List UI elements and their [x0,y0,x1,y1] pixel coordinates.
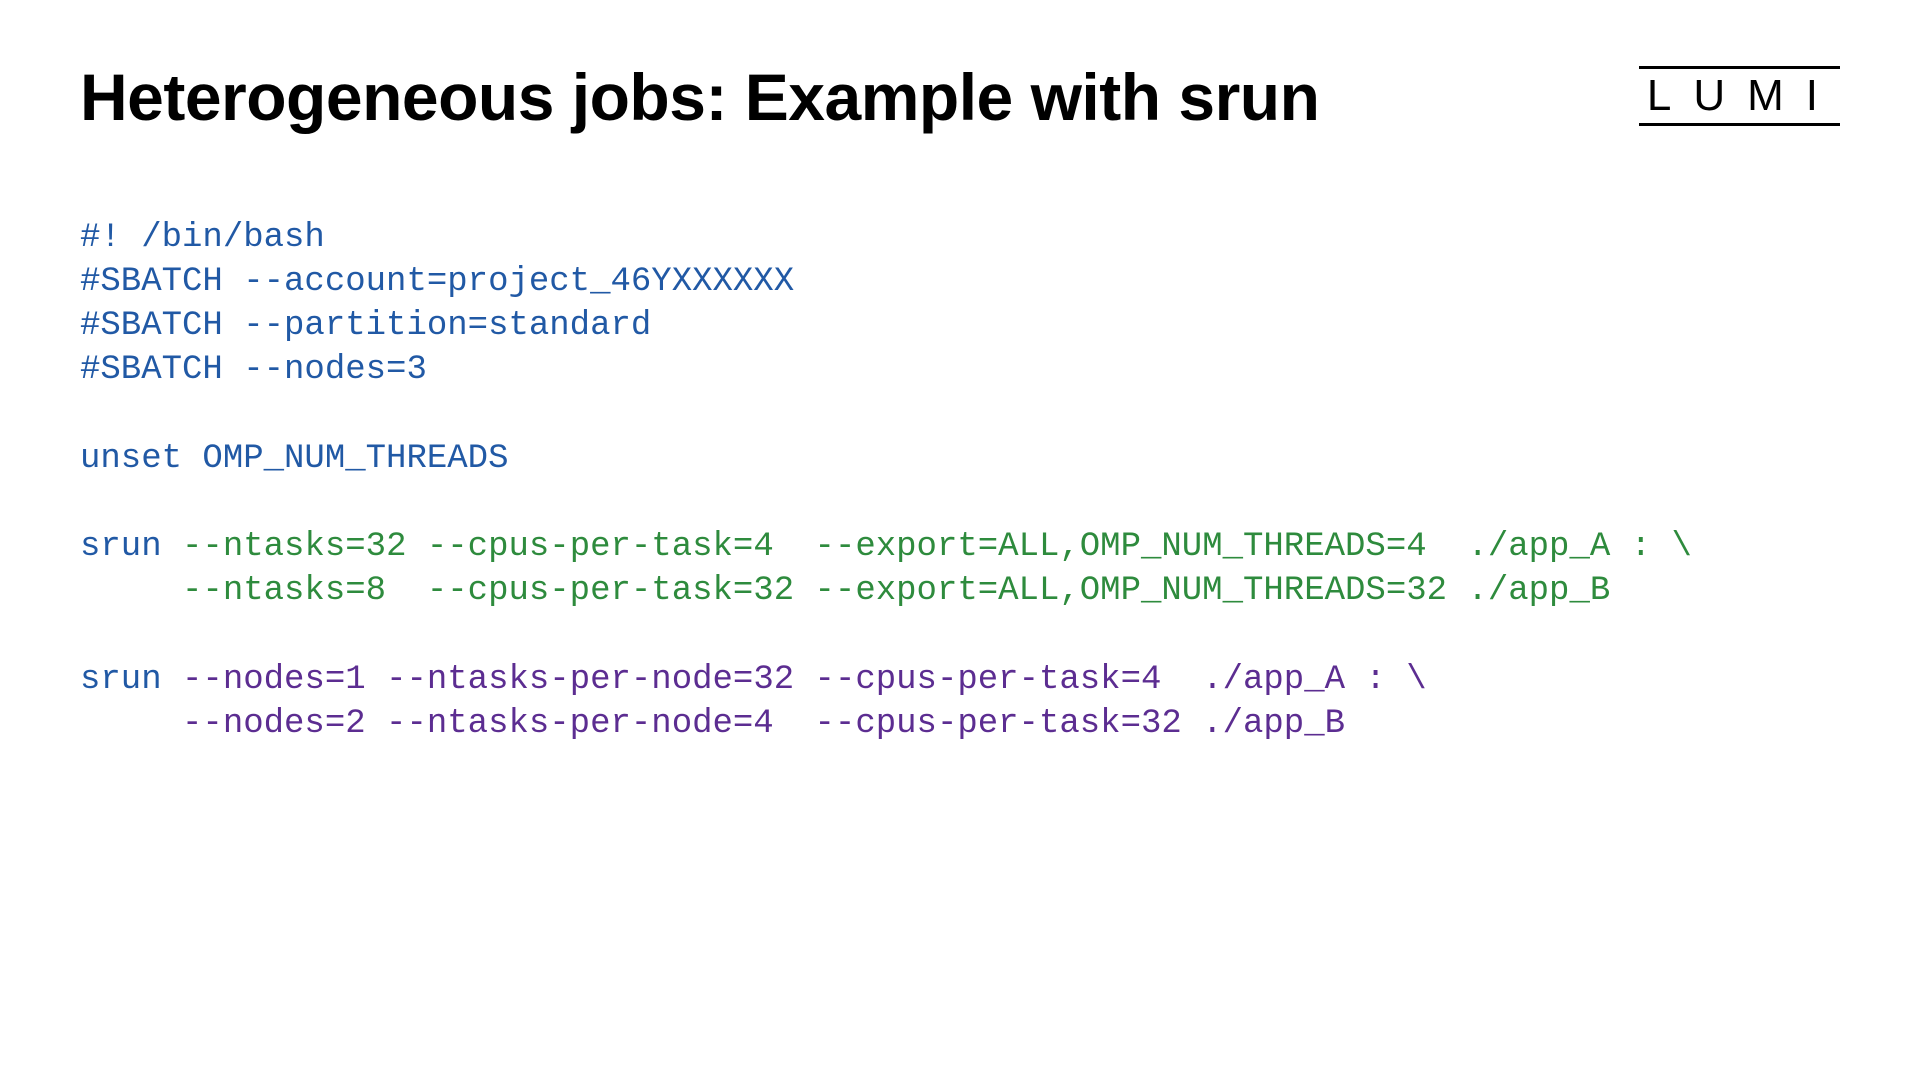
slide: Heterogeneous jobs: Example with srun LU… [0,0,1920,1080]
code-unset: unset OMP_NUM_THREADS [80,440,508,478]
slide-title: Heterogeneous jobs: Example with srun [80,60,1319,136]
lumi-logo: LUMI [1639,66,1840,126]
code-srun2-argsA: --nodes=1 --ntasks-per-node=32 --cpus-pe… [182,661,1427,699]
code-sbatch-partition: #SBATCH --partition=standard [80,307,651,345]
slide-header: Heterogeneous jobs: Example with srun LU… [80,60,1840,136]
code-shebang: #! /bin/bash [80,219,325,257]
code-srun1-argsA: --ntasks=32 --cpus-per-task=4 --export=A… [182,528,1692,566]
code-srun1-argsB: --ntasks=8 --cpus-per-task=32 --export=A… [80,572,1610,610]
code-block: #! /bin/bash #SBATCH --account=project_4… [80,216,1840,746]
code-srun2-cmd: srun [80,661,182,699]
code-sbatch-account: #SBATCH --account=project_46YXXXXXX [80,263,794,301]
code-srun1-cmd: srun [80,528,182,566]
code-srun2-argsB: --nodes=2 --ntasks-per-node=4 --cpus-per… [80,705,1345,743]
code-sbatch-nodes: #SBATCH --nodes=3 [80,351,427,389]
